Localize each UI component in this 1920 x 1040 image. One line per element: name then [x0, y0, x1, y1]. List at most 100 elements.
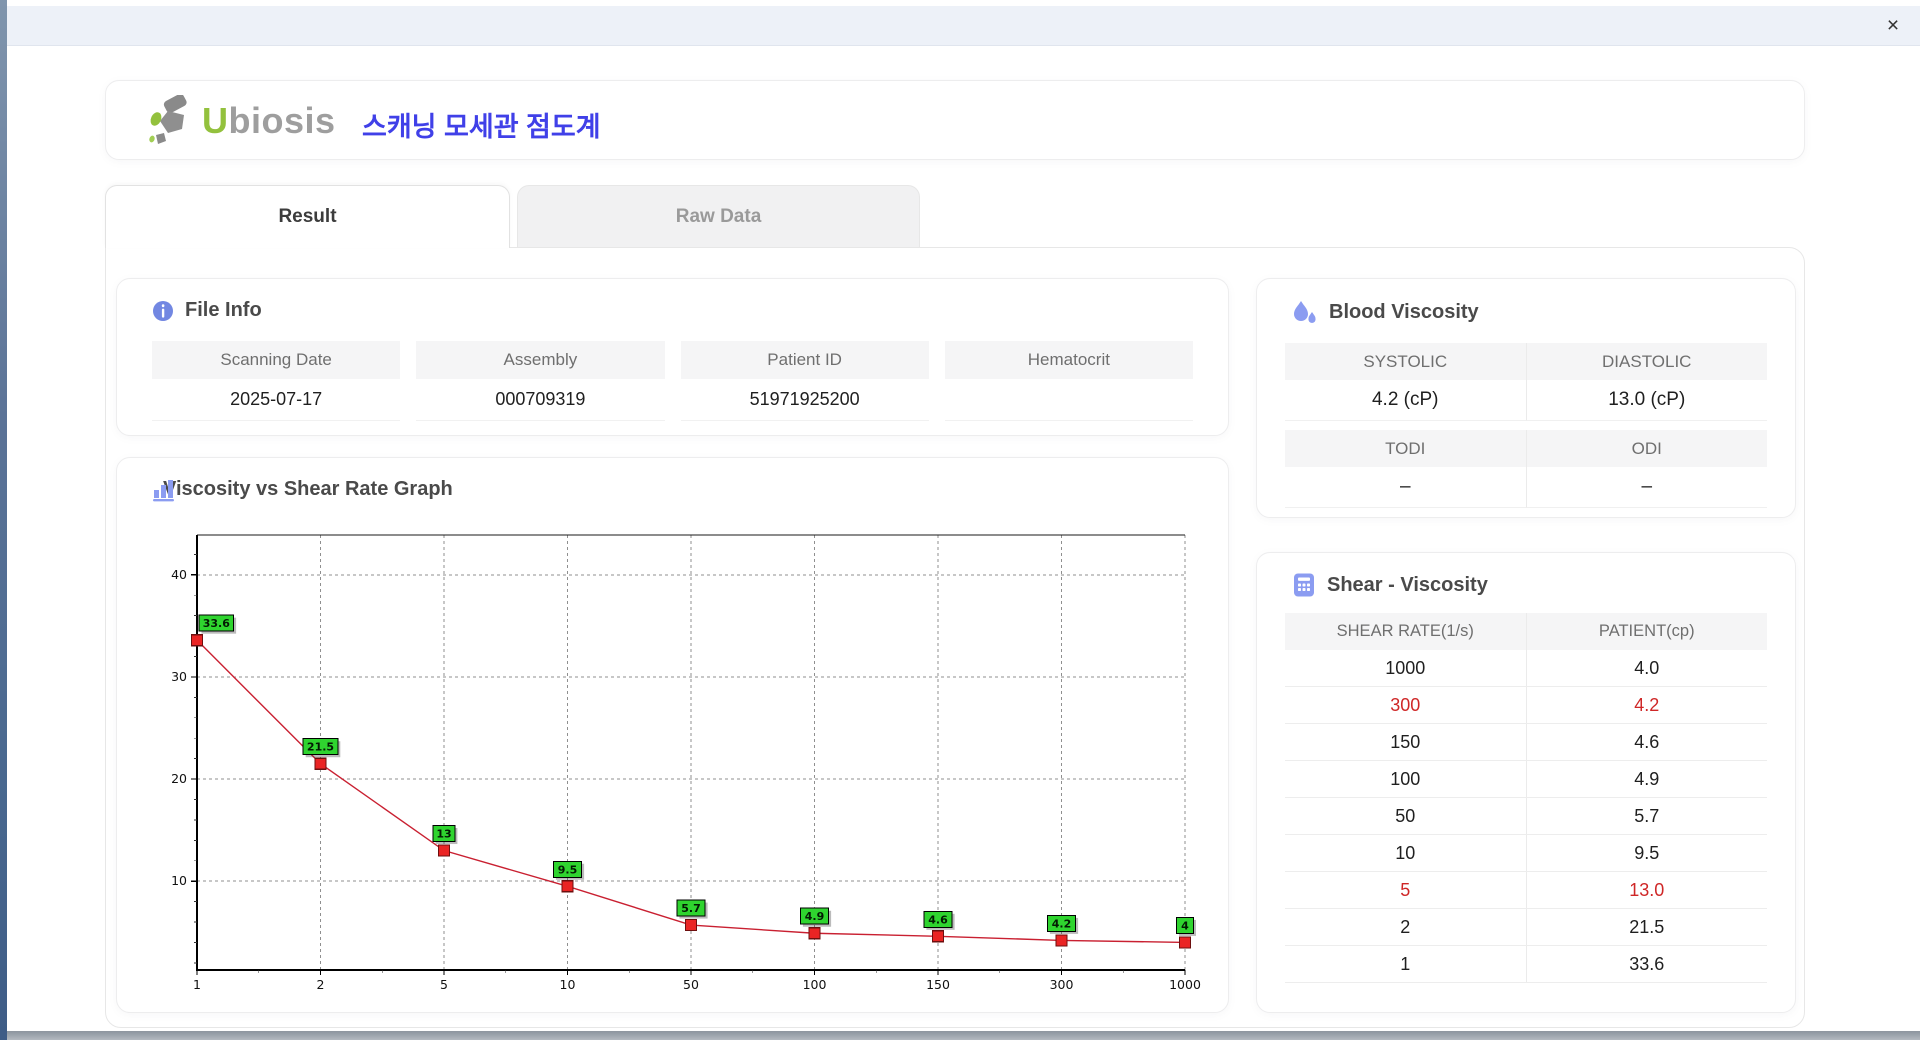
- file-info-field-value: 000709319: [416, 379, 665, 421]
- svg-text:100: 100: [803, 977, 827, 992]
- shear-viscosity-table: SHEAR RATE(1/s) PATIENT(cp) 1000 4.0 300 4.2 1…: [1285, 613, 1767, 983]
- patient-viscosity-cell: 4.0: [1525, 650, 1768, 686]
- patient-viscosity-cell: 9.5: [1525, 835, 1768, 871]
- shear-viscosity-header-row: SHEAR RATE(1/s) PATIENT(cp): [1285, 613, 1767, 650]
- svg-text:1000: 1000: [1169, 977, 1201, 992]
- patient-viscosity-cell: 33.6: [1525, 946, 1768, 982]
- blood-viscosity-title-text: Blood Viscosity: [1329, 300, 1479, 323]
- svg-text:4.6: 4.6: [928, 913, 948, 926]
- tab-raw-data[interactable]: Raw Data: [517, 185, 920, 247]
- table-row: 1 33.6: [1285, 946, 1767, 983]
- column-header: ODI: [1525, 430, 1767, 467]
- svg-text:4.9: 4.9: [805, 910, 825, 923]
- table-row: 10 9.5: [1285, 835, 1767, 872]
- app-title-korean: 스캐닝 모세관 점도계: [362, 112, 601, 142]
- svg-text:10: 10: [171, 873, 187, 888]
- file-info-field: Scanning Date 2025-07-17: [152, 341, 401, 421]
- column-header: SHEAR RATE(1/s): [1285, 613, 1526, 650]
- file-info-field: Hematocrit: [944, 341, 1193, 421]
- svg-text:10: 10: [560, 977, 576, 992]
- svg-text:4.2: 4.2: [1052, 917, 1072, 930]
- column-header: TODI: [1285, 430, 1526, 467]
- shear-rate-cell: 2: [1400, 916, 1411, 937]
- horizontal-scrollbar[interactable]: [0, 1031, 1920, 1040]
- shear-rate-cell: 150: [1390, 731, 1421, 752]
- value-cell: 13.0 (cP): [1525, 380, 1767, 421]
- file-info-title-text: File Info: [185, 299, 262, 321]
- patient-viscosity-cell: 4.9: [1525, 761, 1768, 797]
- droplets-icon: [1292, 299, 1318, 325]
- logo-text-rest: biosis: [228, 100, 336, 141]
- tab-bar: Result Raw Data: [105, 185, 920, 248]
- blood-viscosity-value-row: – –: [1285, 467, 1767, 508]
- svg-text:2: 2: [317, 977, 325, 992]
- window-titlebar: ×: [7, 6, 1920, 46]
- file-info-title: File Info: [152, 299, 262, 322]
- file-info-field-label: Patient ID: [680, 341, 929, 379]
- shear-rate-cell: 10: [1395, 842, 1416, 863]
- table-row: 150 4.6: [1285, 724, 1767, 761]
- patient-viscosity-cell: 13.0: [1525, 872, 1768, 908]
- blood-viscosity-header-row: SYSTOLIC DIASTOLIC: [1285, 343, 1767, 380]
- svg-text:4: 4: [1181, 919, 1189, 932]
- shear-viscosity-title: Shear - Viscosity: [1292, 573, 1488, 597]
- info-icon: [152, 300, 174, 322]
- calculator-icon: [1292, 573, 1316, 597]
- svg-text:5: 5: [440, 977, 448, 992]
- svg-text:5.7: 5.7: [681, 902, 701, 915]
- file-info-field-value: 2025-07-17: [152, 379, 401, 421]
- file-info-field-value: [944, 379, 1193, 421]
- svg-text:33.6: 33.6: [203, 617, 230, 630]
- table-row: 300 4.2: [1285, 687, 1767, 724]
- svg-text:300: 300: [1050, 977, 1074, 992]
- column-header: PATIENT(cp): [1525, 613, 1767, 650]
- result-tab-panel: File Info Scanning Date 2025-07-17 Assembl…: [105, 247, 1805, 1028]
- file-info-fields: Scanning Date 2025-07-17 Assembly 000709319…: [152, 341, 1193, 421]
- svg-text:20: 20: [171, 771, 187, 786]
- svg-text:50: 50: [683, 977, 699, 992]
- svg-text:40: 40: [171, 567, 187, 582]
- blood-viscosity-table: SYSTOLIC DIASTOLIC 4.2 (cP) 13.0 (cP) TODI OD…: [1285, 343, 1767, 508]
- value-cell: 4.2 (cP): [1285, 380, 1526, 421]
- patient-viscosity-cell: 21.5: [1525, 909, 1768, 945]
- blood-viscosity-value-row: 4.2 (cP) 13.0 (cP): [1285, 380, 1767, 421]
- file-info-field-label: Assembly: [416, 341, 665, 379]
- svg-text:1: 1: [193, 977, 201, 992]
- shear-rate-cell: 5: [1400, 879, 1411, 900]
- close-icon[interactable]: ×: [1880, 13, 1906, 39]
- header-card: Ubiosis 스캐닝 모세관 점도계: [105, 80, 1805, 160]
- column-header: SYSTOLIC: [1285, 343, 1526, 380]
- table-row: 50 5.7: [1285, 798, 1767, 835]
- table-gap: [1285, 421, 1767, 430]
- file-info-field-label: Scanning Date: [152, 341, 401, 379]
- file-info-field: Assembly 000709319: [416, 341, 665, 421]
- file-info-field: Patient ID 51971925200: [680, 341, 929, 421]
- blood-viscosity-card: Blood Viscosity SYSTOLIC DIASTOLIC 4.2 (cP…: [1256, 278, 1796, 518]
- blood-viscosity-title: Blood Viscosity: [1292, 299, 1479, 325]
- svg-text:30: 30: [171, 669, 187, 684]
- table-row: 2 21.5: [1285, 909, 1767, 946]
- shear-viscosity-card: Shear - Viscosity SHEAR RATE(1/s) PATIENT…: [1256, 552, 1796, 1013]
- value-cell: –: [1285, 467, 1526, 508]
- svg-text:150: 150: [926, 977, 950, 992]
- viscosity-graph-card: Viscosity vs Shear Rate Graph 10 20 30 40 1 2…: [116, 457, 1229, 1013]
- svg-text:9.5: 9.5: [558, 863, 578, 876]
- column-header: DIASTOLIC: [1525, 343, 1767, 380]
- shear-rate-cell: 1000: [1385, 657, 1426, 678]
- shear-rate-cell: 1: [1400, 953, 1411, 974]
- patient-viscosity-cell: 4.6: [1525, 724, 1768, 760]
- blood-viscosity-header-row: TODI ODI: [1285, 430, 1767, 467]
- table-row: 1000 4.0: [1285, 650, 1767, 687]
- logo: Ubiosis: [148, 95, 336, 147]
- logo-text-u: U: [202, 100, 229, 141]
- svg-text:13: 13: [436, 828, 451, 841]
- shear-rate-viscosity-plot: 10 20 30 40 1 2 5 10 50 100 150 300 1000 33.6 21.5 13 9.…: [171, 534, 1201, 992]
- shear-viscosity-title-text: Shear - Viscosity: [1327, 573, 1488, 596]
- file-info-field-value: 51971925200: [680, 379, 929, 421]
- tab-result[interactable]: Result: [105, 185, 510, 248]
- logo-text: Ubiosis: [202, 100, 336, 142]
- file-info-field-label: Hematocrit: [944, 341, 1193, 379]
- ubiosis-logo-icon: [148, 95, 196, 147]
- table-row: 5 13.0: [1285, 872, 1767, 909]
- svg-text:21.5: 21.5: [307, 741, 334, 754]
